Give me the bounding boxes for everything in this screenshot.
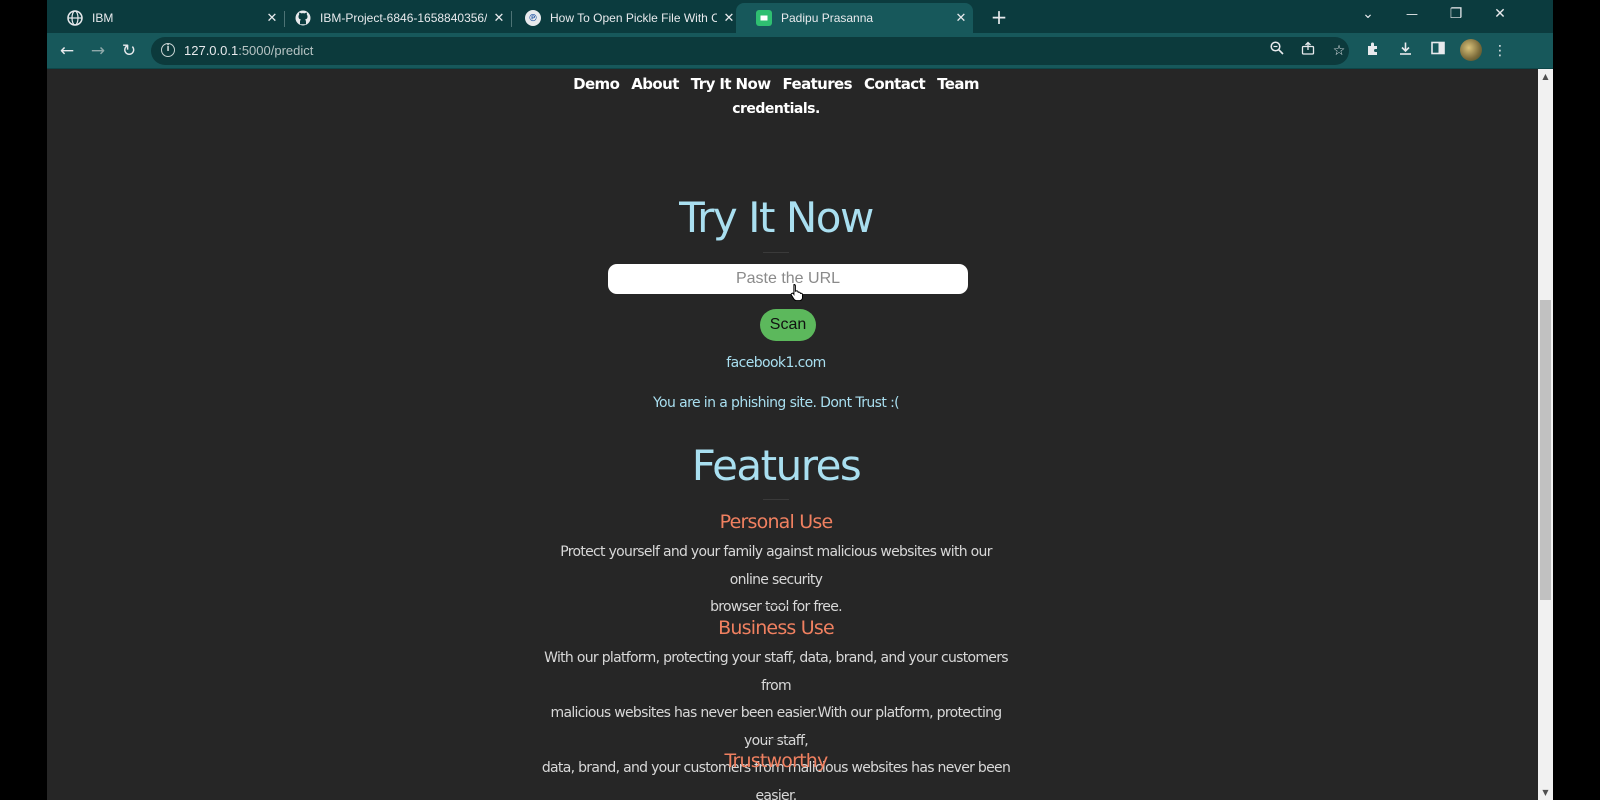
tab-strip: IBM ✕ IBM-Project-6846-1658840356/A ✕ ℗ …	[47, 0, 1553, 33]
site-nav: Demo About Try It Now Features Contact T…	[47, 75, 1505, 93]
browser-toolbar: ← → ↻ i 127.0.0.1:5000/predict ☆ ⋮	[47, 33, 1553, 69]
site-icon: ℗	[525, 10, 541, 26]
browser-window: IBM ✕ IBM-Project-6846-1658840356/A ✕ ℗ …	[47, 0, 1553, 800]
feature-title-trustworthy: Trustworthy	[724, 750, 829, 772]
feature-title-business-use: Business Use	[718, 617, 835, 639]
minimize-button[interactable]: —	[1390, 0, 1434, 30]
feature-body-business-use: With our platform, protecting your staff…	[541, 645, 1011, 800]
scan-result-message: You are in a phishing site. Dont Trust :…	[652, 395, 900, 411]
zoom-icon[interactable]	[1267, 41, 1287, 61]
feature-title-personal-use: Personal Use	[719, 511, 834, 533]
page-icon	[756, 10, 772, 26]
address-url[interactable]: 127.0.0.1:5000/predict	[184, 43, 313, 58]
features-heading: Features	[691, 441, 862, 490]
profile-avatar[interactable]	[1460, 39, 1482, 61]
feature-body-line: With our platform, protecting your staff…	[544, 650, 1008, 694]
nav-link-features[interactable]: Features	[782, 75, 852, 93]
scanned-url-text: facebook1.com	[726, 355, 826, 371]
page-viewport: Demo About Try It Now Features Contact T…	[47, 69, 1553, 800]
feature-divider	[763, 739, 789, 740]
hand-cursor-icon	[790, 283, 803, 301]
feature-divider	[763, 605, 789, 606]
heading-divider	[763, 252, 789, 253]
scroll-down-arrow-icon[interactable]: ▼	[1541, 788, 1550, 797]
info-icon[interactable]: i	[161, 43, 175, 57]
tab-title: How To Open Pickle File With Co	[550, 11, 717, 25]
nav-link-team[interactable]: Team	[937, 75, 979, 93]
side-panel-icon[interactable]	[1428, 41, 1448, 61]
address-bar[interactable]: i 127.0.0.1:5000/predict ☆	[151, 37, 1349, 65]
new-tab-button[interactable]: +	[987, 5, 1011, 29]
tab-padipu-prasanna[interactable]: Padipu Prasanna ✕	[736, 3, 973, 33]
tab-title: Padipu Prasanna	[781, 11, 874, 25]
tab-title: IBM	[92, 11, 114, 25]
tab-pickle[interactable]: ℗ How To Open Pickle File With Co ✕	[505, 3, 741, 33]
credentials-text: credentials.	[732, 101, 820, 117]
feature-body-line: Protect yourself and your family against…	[560, 544, 992, 588]
extensions-icon[interactable]	[1363, 41, 1383, 62]
nav-link-about[interactable]: About	[631, 75, 679, 93]
nav-link-demo[interactable]: Demo	[573, 75, 620, 93]
share-icon[interactable]	[1298, 41, 1318, 61]
download-icon[interactable]	[1395, 41, 1415, 62]
scrollbar-thumb[interactable]	[1540, 300, 1551, 600]
url-path: :5000/predict	[238, 43, 314, 58]
close-window-button[interactable]: ✕	[1478, 0, 1522, 30]
tab-github[interactable]: IBM-Project-6846-1658840356/A ✕	[275, 3, 512, 33]
menu-kebab-icon[interactable]: ⋮	[1490, 41, 1510, 61]
heading-divider	[763, 499, 789, 500]
url-host: 127.0.0.1	[184, 43, 239, 58]
scroll-up-arrow-icon[interactable]: ▲	[1541, 72, 1550, 81]
feature-body-personal-use: Protect yourself and your family against…	[541, 539, 1011, 622]
try-it-now-heading: Try It Now	[679, 193, 874, 242]
tab-search-button[interactable]: ⌄	[1346, 0, 1390, 30]
restore-button[interactable]: ❐	[1434, 0, 1478, 30]
reload-button[interactable]: ↻	[116, 38, 142, 64]
nav-link-contact[interactable]: Contact	[864, 75, 926, 93]
github-icon	[295, 10, 311, 26]
page-scrollbar[interactable]: ▲ ▼	[1538, 69, 1553, 800]
close-icon[interactable]: ✕	[949, 10, 973, 26]
feature-body-line: malicious websites has never been easier…	[550, 705, 1003, 749]
globe-icon	[67, 10, 83, 26]
scan-button[interactable]: Scan	[760, 309, 816, 341]
tab-ibm[interactable]: IBM ✕	[47, 3, 285, 33]
bookmark-star-icon[interactable]: ☆	[1329, 41, 1349, 61]
nav-link-try-it-now[interactable]: Try It Now	[691, 75, 771, 93]
tab-title: IBM-Project-6846-1658840356/A	[320, 11, 487, 25]
back-button[interactable]: ←	[54, 38, 80, 64]
forward-button[interactable]: →	[85, 38, 111, 64]
url-input[interactable]	[608, 264, 968, 294]
page-content: Demo About Try It Now Features Contact T…	[47, 69, 1538, 800]
